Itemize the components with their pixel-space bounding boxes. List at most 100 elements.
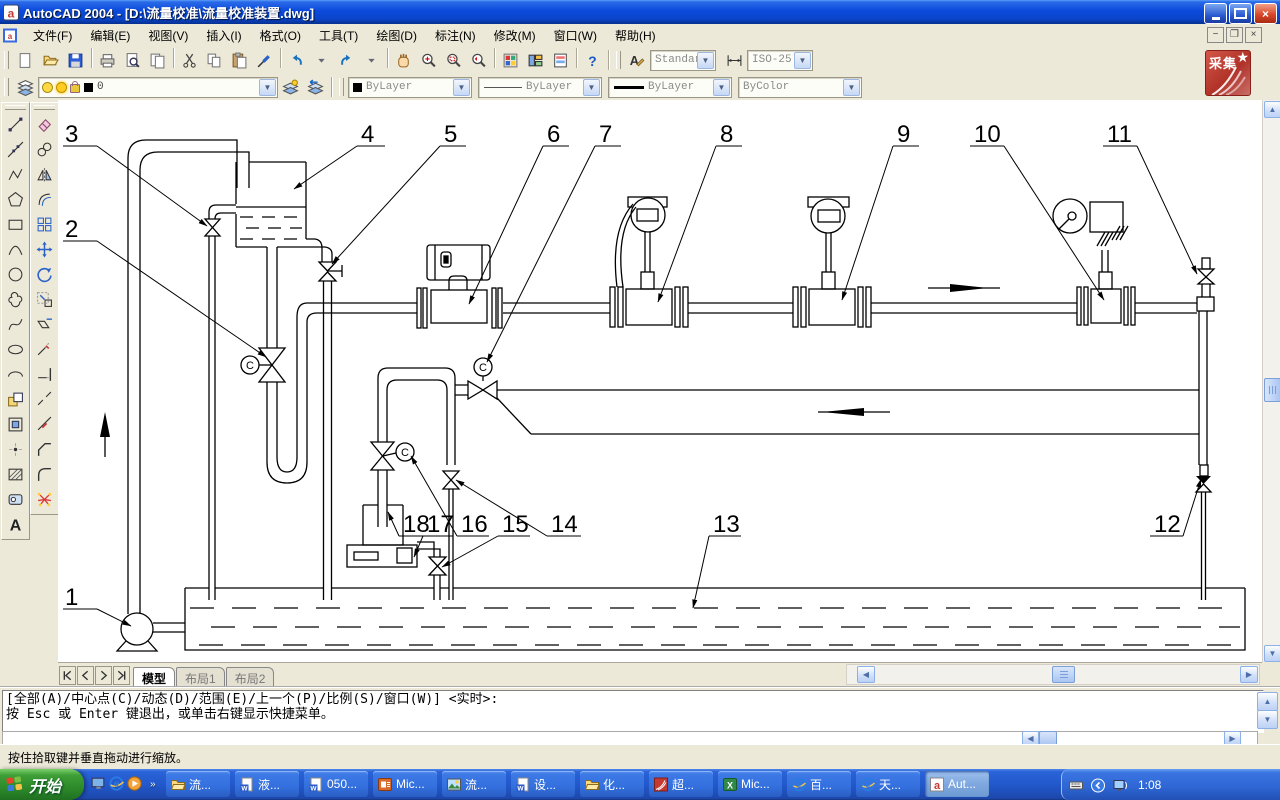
modify-button-extend[interactable] xyxy=(32,362,57,387)
draw-button-spline[interactable] xyxy=(3,312,28,337)
taskbar-button-image[interactable]: 流... xyxy=(442,771,506,797)
chevron-down-icon[interactable]: ▼ xyxy=(843,79,860,96)
modify-button-scale[interactable] xyxy=(32,287,57,312)
modify-button-erase[interactable] xyxy=(32,112,57,137)
draw-button-makeblock[interactable] xyxy=(3,412,28,437)
menu-item-修改m[interactable]: 修改(M) xyxy=(485,26,545,46)
menu-item-窗口w[interactable]: 窗口(W) xyxy=(545,26,606,46)
make-object-layer-button[interactable] xyxy=(278,75,303,100)
toolbar-button-save[interactable] xyxy=(63,48,88,73)
prev-tab-button[interactable] xyxy=(77,666,94,685)
menu-item-格式o[interactable]: 格式(O) xyxy=(251,26,310,46)
toolbar-button-copy[interactable] xyxy=(202,48,227,73)
vertical-scrollbar[interactable]: ▲ ▼ xyxy=(1262,100,1280,662)
layer-previous-button[interactable] xyxy=(303,75,328,100)
modify-button-mirror[interactable] xyxy=(32,162,57,187)
toolbar-button-plot[interactable] xyxy=(95,48,120,73)
minimize-button[interactable] xyxy=(1204,3,1227,24)
toolbar-button-matchprop[interactable] xyxy=(252,48,277,73)
menu-item-插入i[interactable]: 插入(I) xyxy=(197,26,250,46)
draw-button-rectangle[interactable] xyxy=(3,212,28,237)
toolbar-button-cut[interactable] xyxy=(177,48,202,73)
toolbar-button-zoom[interactable] xyxy=(416,48,441,73)
draw-button-point[interactable] xyxy=(3,437,28,462)
text-style-button[interactable]: A xyxy=(625,48,650,73)
taskbar-button-word[interactable]: W 050... xyxy=(304,771,368,797)
draw-button-hatch[interactable] xyxy=(3,462,28,487)
dim-style-button[interactable] xyxy=(722,48,747,73)
draw-button-revcloud[interactable] xyxy=(3,287,28,312)
tab-layout2[interactable]: 布局2 xyxy=(226,667,275,687)
draw-button-arc[interactable] xyxy=(3,237,28,262)
toolbar-grip[interactable] xyxy=(5,105,26,110)
toolbar-button-dc[interactable] xyxy=(523,48,548,73)
menu-item-帮助h[interactable]: 帮助(H) xyxy=(606,26,665,46)
modify-button-fillet[interactable] xyxy=(32,462,57,487)
chevron-down-icon[interactable]: ▼ xyxy=(794,52,811,69)
ie-icon[interactable]: e xyxy=(108,775,126,793)
close-button[interactable]: × xyxy=(1254,3,1277,24)
modify-button-stretch[interactable] xyxy=(32,312,57,337)
doc-close-button[interactable]: × xyxy=(1245,27,1262,43)
menu-item-绘图d[interactable]: 绘图(D) xyxy=(367,26,426,46)
toolbar-grip[interactable] xyxy=(4,78,9,96)
chevron-down-icon[interactable]: ▼ xyxy=(697,52,714,69)
start-button[interactable]: 开始 xyxy=(0,769,84,800)
modify-button-array[interactable] xyxy=(32,212,57,237)
toolbar-button-zoomwin[interactable] xyxy=(441,48,466,73)
menu-item-文件f[interactable]: 文件(F) xyxy=(24,26,81,46)
scroll-left-button[interactable]: ◀ xyxy=(857,666,875,683)
draw-button-polygon[interactable] xyxy=(3,187,28,212)
horizontal-scroll-thumb[interactable] xyxy=(1052,666,1075,683)
chevron-right-icon[interactable]: » xyxy=(150,779,156,790)
toolbar-grip[interactable] xyxy=(339,78,344,96)
chevleft-icon[interactable] xyxy=(1090,777,1106,793)
taskbar-button-ie[interactable]: e 天... xyxy=(856,771,920,797)
draw-button-pline[interactable] xyxy=(3,162,28,187)
toolbar-button-props[interactable] xyxy=(498,48,523,73)
doc-minimize-button[interactable]: − xyxy=(1207,27,1224,43)
toolbar-grip[interactable] xyxy=(616,51,621,69)
chevron-down-icon[interactable]: ▼ xyxy=(713,79,730,96)
tab-model[interactable]: 模型 xyxy=(133,667,175,687)
color-combo[interactable]: ByLayer ▼ xyxy=(348,77,472,98)
vertical-scroll-thumb[interactable] xyxy=(1264,378,1280,402)
doc-restore-button[interactable]: ❐ xyxy=(1226,27,1243,43)
toolbar-button-open[interactable] xyxy=(38,48,63,73)
toolbar-button-publish[interactable] xyxy=(145,48,170,73)
taskbar-button-ppt[interactable]: Mic... xyxy=(373,771,437,797)
toolbar-grip[interactable] xyxy=(4,51,9,69)
scroll-up-button[interactable]: ▲ xyxy=(1264,101,1280,118)
taskbar-button-excel[interactable]: X Mic... xyxy=(718,771,782,797)
toolbar-button-zoomprev[interactable] xyxy=(466,48,491,73)
toolbar-button-undo[interactable] xyxy=(284,48,309,73)
chevron-down-icon[interactable]: ▼ xyxy=(583,79,600,96)
taskbar-button-capture[interactable]: 超... xyxy=(649,771,713,797)
text-style-combo[interactable]: Standard ▼ xyxy=(650,50,716,71)
layers-button[interactable] xyxy=(13,75,38,100)
desktop-icon[interactable] xyxy=(90,775,108,793)
capture-tool-logo[interactable]: 采集 ★ xyxy=(1205,50,1251,96)
draw-button-line[interactable] xyxy=(3,112,28,137)
menu-item-标注n[interactable]: 标注(N) xyxy=(426,26,485,46)
chevron-down-icon[interactable]: ▼ xyxy=(259,79,276,96)
modify-button-explode[interactable] xyxy=(32,487,57,512)
tab-layout1[interactable]: 布局1 xyxy=(176,667,225,687)
chevron-down-icon[interactable]: ▼ xyxy=(453,79,470,96)
toolbar-button-pan[interactable] xyxy=(391,48,416,73)
toolbar-grip[interactable] xyxy=(34,105,55,110)
toolbar-button-dd[interactable] xyxy=(309,48,334,73)
draw-button-circle[interactable] xyxy=(3,262,28,287)
draw-button-insertblock[interactable] xyxy=(3,387,28,412)
command-history[interactable]: [全部(A)/中心点(C)/动态(D)/范围(E)/上一个(P)/比例(S)/窗… xyxy=(2,690,1264,733)
layer-combo[interactable]: 0 ▼ xyxy=(38,77,278,98)
linetype-combo[interactable]: ByLayer ▼ xyxy=(478,77,602,98)
toolbar-button-preview[interactable] xyxy=(120,48,145,73)
modify-button-chamfer[interactable] xyxy=(32,437,57,462)
toolbar-button-redo[interactable] xyxy=(334,48,359,73)
lineweight-combo[interactable]: ByLayer ▼ xyxy=(608,77,732,98)
modify-button-move[interactable] xyxy=(32,237,57,262)
taskbar-button-word[interactable]: W 液... xyxy=(235,771,299,797)
last-tab-button[interactable] xyxy=(113,666,130,685)
toolbar-button-paste[interactable] xyxy=(227,48,252,73)
